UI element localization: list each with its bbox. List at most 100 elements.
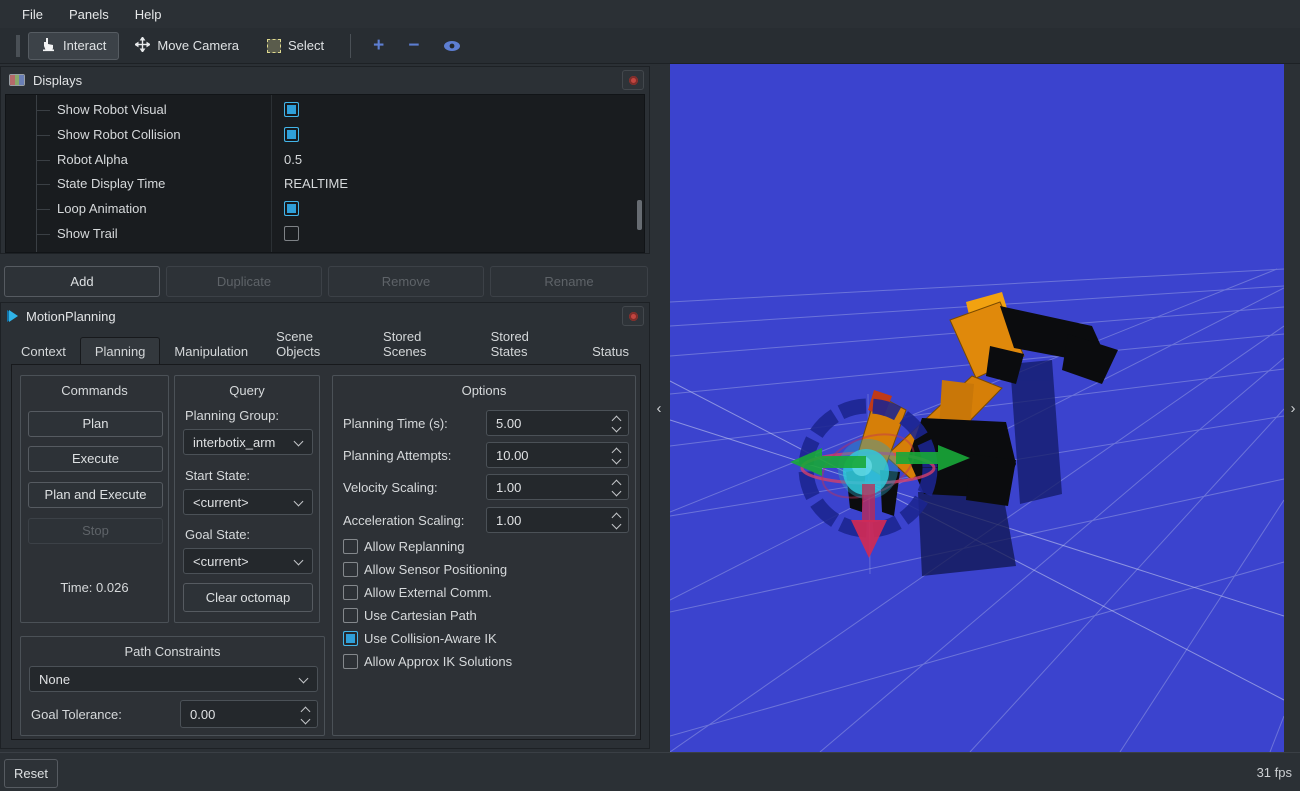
execute-button[interactable]: Execute <box>28 446 163 472</box>
add-display-button[interactable]: Add <box>4 266 160 297</box>
property-row-state-display-time[interactable]: State Display Time REALTIME <box>6 172 644 197</box>
property-row-trail-step-size-clipped[interactable]: Trail Step Size <box>6 247 644 253</box>
property-checkbox[interactable] <box>284 226 299 241</box>
displays-close-button[interactable] <box>622 70 644 90</box>
interact-tool-label: Interact <box>63 38 106 53</box>
allow-replanning-checkbox[interactable] <box>343 539 358 554</box>
plan-and-execute-button[interactable]: Plan and Execute <box>28 482 163 508</box>
velocity-scaling-label: Velocity Scaling: <box>343 480 438 495</box>
property-row-show-trail[interactable]: Show Trail <box>6 222 644 247</box>
zoom-out-button[interactable]: − <box>396 32 431 60</box>
move-arrows-icon <box>135 37 150 55</box>
property-checkbox[interactable] <box>284 127 299 142</box>
menu-panels[interactable]: Panels <box>57 3 121 26</box>
select-tool-button[interactable]: Select <box>255 32 336 60</box>
start-state-value: <current> <box>193 495 249 510</box>
motion-planning-close-button[interactable] <box>622 306 644 326</box>
planning-time-spinbox[interactable]: 5.00 <box>486 410 629 436</box>
clear-octomap-button[interactable]: Clear octomap <box>183 583 313 612</box>
displays-property-tree[interactable]: Show Robot Visual Show Robot Collision R… <box>5 94 645 253</box>
chevron-down-icon <box>294 556 304 566</box>
tab-scene-objects[interactable]: Scene Objects <box>262 324 369 365</box>
spin-down-icon[interactable] <box>612 487 622 497</box>
goal-state-dropdown[interactable]: <current> <box>183 548 313 574</box>
toolbar-separator <box>350 34 351 58</box>
start-state-dropdown[interactable]: <current> <box>183 489 313 515</box>
goal-tolerance-label: Goal Tolerance: <box>31 707 122 722</box>
chevron-down-icon <box>294 497 304 507</box>
goal-state-label: Goal State: <box>185 527 250 542</box>
property-row-robot-alpha[interactable]: Robot Alpha 0.5 <box>6 148 644 173</box>
duplicate-display-button[interactable]: Duplicate <box>166 266 322 297</box>
property-checkbox[interactable] <box>284 102 299 117</box>
allow-approx-ik-solutions-label: Allow Approx IK Solutions <box>364 654 512 669</box>
property-row-show-robot-collision[interactable]: Show Robot Collision <box>6 123 644 148</box>
tree-branch-tick <box>36 135 50 136</box>
chevron-down-icon <box>294 437 304 447</box>
toolbar: Interact Move Camera Select + − <box>0 28 1300 64</box>
planning-attempts-spinbox[interactable]: 10.00 <box>486 442 629 468</box>
plan-button[interactable]: Plan <box>28 411 163 437</box>
remove-display-button[interactable]: Remove <box>328 266 484 297</box>
3d-scene <box>670 64 1284 752</box>
allow-replanning-label: Allow Replanning <box>364 539 464 554</box>
collapse-right-handle[interactable]: › <box>1286 400 1300 417</box>
rename-display-button[interactable]: Rename <box>490 266 648 297</box>
use-collision-aware-ik-label: Use Collision-Aware IK <box>364 631 497 646</box>
spin-down-icon[interactable] <box>612 520 622 530</box>
selection-box-icon <box>267 39 281 53</box>
tab-manipulation[interactable]: Manipulation <box>160 339 262 365</box>
reset-button[interactable]: Reset <box>4 759 58 788</box>
motion-planning-tabs: Context Planning Manipulation Scene Obje… <box>7 338 643 365</box>
3d-viewport[interactable] <box>670 64 1284 752</box>
tab-stored-scenes[interactable]: Stored Scenes <box>369 324 477 365</box>
allow-sensor-positioning-checkbox[interactable] <box>343 562 358 577</box>
planning-group-dropdown[interactable]: interbotix_arm <box>183 429 313 455</box>
property-label: Loop Animation <box>57 201 147 216</box>
toolbar-drag-handle[interactable] <box>16 35 20 57</box>
use-collision-aware-ik-checkbox[interactable] <box>343 631 358 646</box>
stop-button[interactable]: Stop <box>28 518 163 544</box>
spin-down-icon[interactable] <box>612 423 622 433</box>
tab-context[interactable]: Context <box>7 339 80 365</box>
allow-approx-ik-solutions-checkbox[interactable] <box>343 654 358 669</box>
tab-stored-states[interactable]: Stored States <box>477 324 579 365</box>
velocity-scaling-spinbox[interactable]: 1.00 <box>486 474 629 500</box>
hand-pointer-icon <box>41 37 56 55</box>
menu-file[interactable]: File <box>10 3 55 26</box>
zoom-in-button[interactable]: + <box>361 32 396 60</box>
move-camera-tool-button[interactable]: Move Camera <box>123 32 251 60</box>
interact-tool-button[interactable]: Interact <box>28 32 119 60</box>
goal-state-value: <current> <box>193 554 249 569</box>
collapse-left-handle[interactable]: ‹ <box>652 400 666 417</box>
plan-time-label: Time: 0.026 <box>21 580 168 595</box>
close-icon <box>629 312 638 321</box>
use-cartesian-path-checkbox[interactable] <box>343 608 358 623</box>
displays-panel: Displays Show Robot Visual Show Robot Co… <box>0 66 650 254</box>
spin-down-icon[interactable] <box>301 715 311 725</box>
property-checkbox[interactable] <box>284 201 299 216</box>
property-row-loop-animation[interactable]: Loop Animation <box>6 197 644 222</box>
query-group: Query Planning Group: interbotix_arm Sta… <box>174 375 320 623</box>
start-state-label: Start State: <box>185 468 250 483</box>
eye-icon[interactable] <box>431 31 473 61</box>
acceleration-scaling-spinbox[interactable]: 1.00 <box>486 507 629 533</box>
allow-external-comm-checkbox[interactable] <box>343 585 358 600</box>
tab-status[interactable]: Status <box>578 339 643 365</box>
property-row-show-robot-visual[interactable]: Show Robot Visual <box>6 98 644 123</box>
menu-help[interactable]: Help <box>123 3 174 26</box>
property-value[interactable]: 0.5 <box>284 152 302 167</box>
allow-external-comm-label: Allow External Comm. <box>364 585 492 600</box>
translate-arrow-down[interactable] <box>851 520 887 558</box>
tab-planning[interactable]: Planning <box>80 337 161 365</box>
planning-time-value: 5.00 <box>496 416 521 431</box>
goal-tolerance-spinbox[interactable]: 0.00 <box>180 700 318 728</box>
spin-down-icon[interactable] <box>612 455 622 465</box>
tree-scrollbar[interactable] <box>637 200 642 230</box>
goal-tolerance-value: 0.00 <box>190 707 215 722</box>
property-value[interactable]: REALTIME <box>284 176 348 191</box>
property-label: State Display Time <box>57 176 165 191</box>
path-constraints-dropdown[interactable]: None <box>29 666 318 692</box>
translate-arrow-down-shaft <box>862 484 875 522</box>
displays-panel-header[interactable]: Displays <box>1 67 649 93</box>
